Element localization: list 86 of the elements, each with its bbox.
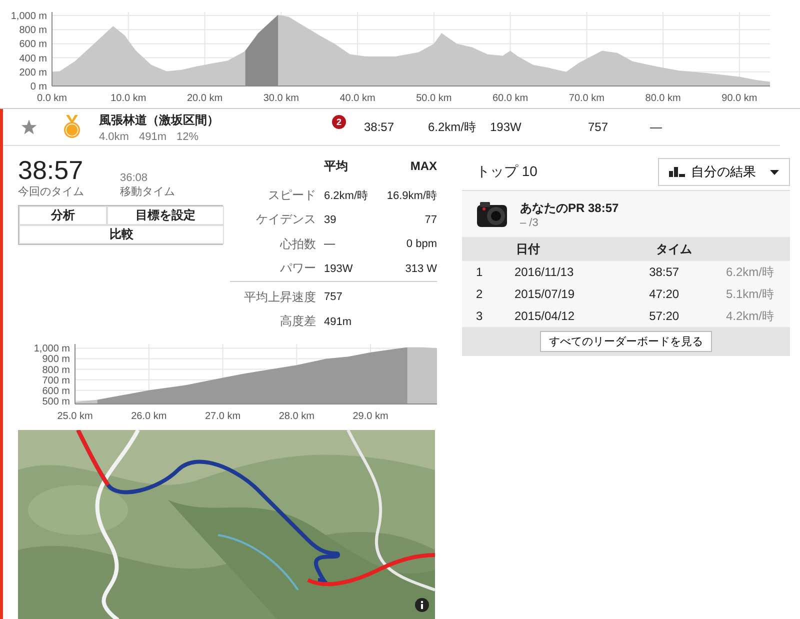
segment-speed: 6.2km/時 (428, 118, 478, 136)
moving-time: 36:08 (120, 172, 149, 184)
stats-header: MAX (409, 158, 437, 176)
x-tick-label: 0.0 km (37, 93, 67, 104)
table-cell-text: 3 (475, 309, 484, 323)
y-tick-label: 900 m (42, 354, 70, 366)
stat-label: スピード (267, 186, 316, 204)
x-tick-label: 20.0 km (186, 93, 223, 104)
y-tick-label: 600 m (42, 386, 70, 397)
column-header: 日付 (516, 240, 541, 258)
x-tick-label: 60.0 km (492, 93, 528, 104)
x-tick-label: 26.0 km (131, 411, 167, 422)
table-cell-text: 2 (475, 287, 484, 301)
x-tick-label: 30.0 km (263, 93, 299, 104)
x-tick-label: 80.0 km (645, 93, 681, 104)
stat-max: 313 W (373, 256, 437, 282)
y-axis (74, 344, 76, 404)
table-cell-text: 5.1km/時 (726, 286, 775, 302)
bar-chart-icon (669, 167, 687, 177)
column-header: タイム (656, 240, 693, 258)
x-tick-label: 40.0 km (340, 93, 376, 104)
x-tick-label: 50.0 km (416, 93, 452, 104)
y-tick-label: 1,000 m (10, 11, 47, 22)
y-tick-label: 700 m (42, 375, 70, 386)
segment-heart-rate: — (650, 120, 663, 134)
stat-average: 6.2km/時 (323, 188, 370, 204)
star-icon[interactable] (21, 119, 37, 135)
stats-header: 平均 (323, 158, 349, 175)
action-button[interactable]: 比較 (19, 225, 224, 244)
y-tick-label: 800 m (42, 364, 70, 376)
segment-grade: 12% (176, 130, 199, 142)
y-tick-label: 0 m (30, 82, 47, 92)
stat-value: 757 (323, 290, 344, 306)
action-button[interactable]: 分析 (19, 206, 107, 225)
y-tick-label: 200 m (19, 67, 47, 78)
table-cell-text: 38:57 (649, 265, 680, 279)
segment-power: 193W (490, 120, 522, 134)
y-tick-label: 400 m (19, 53, 47, 64)
stat-label: ケイデンス (255, 211, 316, 228)
table-cell-text: 4.2km/時 (726, 308, 775, 324)
leaderboard-title: トップ 10 (476, 163, 538, 181)
x-tick-label: 27.0 km (204, 411, 241, 422)
y-tick-label: 500 m (42, 396, 70, 408)
rank-badge: 2 (332, 115, 346, 129)
stat-value: 491m (323, 314, 353, 330)
caret-icon (770, 170, 779, 174)
stat-label: パワー (230, 256, 316, 282)
view-all-button[interactable]: すべてのリーダーボードを見る (540, 331, 712, 352)
info-icon[interactable] (415, 598, 429, 612)
stat-label: 高度差 (279, 313, 316, 330)
y-tick-label: 1,000 m (34, 344, 70, 355)
pr-rank: – /3 (520, 216, 540, 228)
table-cell-text: 47:20 (649, 287, 680, 301)
x-tick-label: 29.0 km (352, 411, 388, 422)
stat-max: 16.9km/時 (386, 188, 437, 204)
x-tick-label: 25.0 km (57, 411, 93, 422)
effort-time-label: 今回のタイム (18, 185, 84, 199)
table-cell-text: 2015/04/12 (514, 309, 576, 323)
segment-time: 38:57 (364, 120, 396, 134)
filter-dropdown[interactable]: 自分の結果 (658, 158, 790, 186)
effort-time: 38:57 (18, 156, 84, 184)
x-tick-label: 90.0 km (722, 93, 758, 104)
action-button[interactable]: 目標を設定 (107, 206, 224, 225)
stat-average: — (316, 232, 374, 256)
table-cell-text: 1 (475, 265, 484, 279)
segment-elevation: 491m (138, 130, 166, 142)
stat-average: 193W (316, 256, 374, 282)
table-cell-text: 57:20 (649, 309, 680, 323)
segment-vam: 757 (588, 120, 610, 134)
table-cell-text: 2015/07/19 (514, 287, 576, 301)
table-cell-text: 2016/11/13 (514, 265, 575, 279)
segment-name[interactable]: 風張林道（激坂区間） (99, 112, 329, 128)
x-tick-label: 28.0 km (278, 411, 314, 422)
segment-distance: 4.0km (99, 130, 129, 142)
y-tick-label: 800 m (19, 25, 47, 36)
stat-max: 0 bpm (405, 237, 437, 252)
x-tick-label: 70.0 km (568, 93, 604, 104)
x-tick-label: 10.0 km (110, 93, 146, 104)
table-cell-text: 6.2km/時 (726, 264, 775, 280)
moving-time-label: 移動タイム (120, 185, 175, 199)
stat-label: 平均上昇速度 (243, 288, 316, 306)
stat-average: 39 (323, 212, 338, 228)
pr-title: あなたのPR 38:57 (520, 200, 619, 216)
y-tick-label: 600 m (19, 39, 47, 50)
stat-max: 77 (424, 212, 437, 228)
stat-label: 心拍数 (279, 236, 316, 253)
